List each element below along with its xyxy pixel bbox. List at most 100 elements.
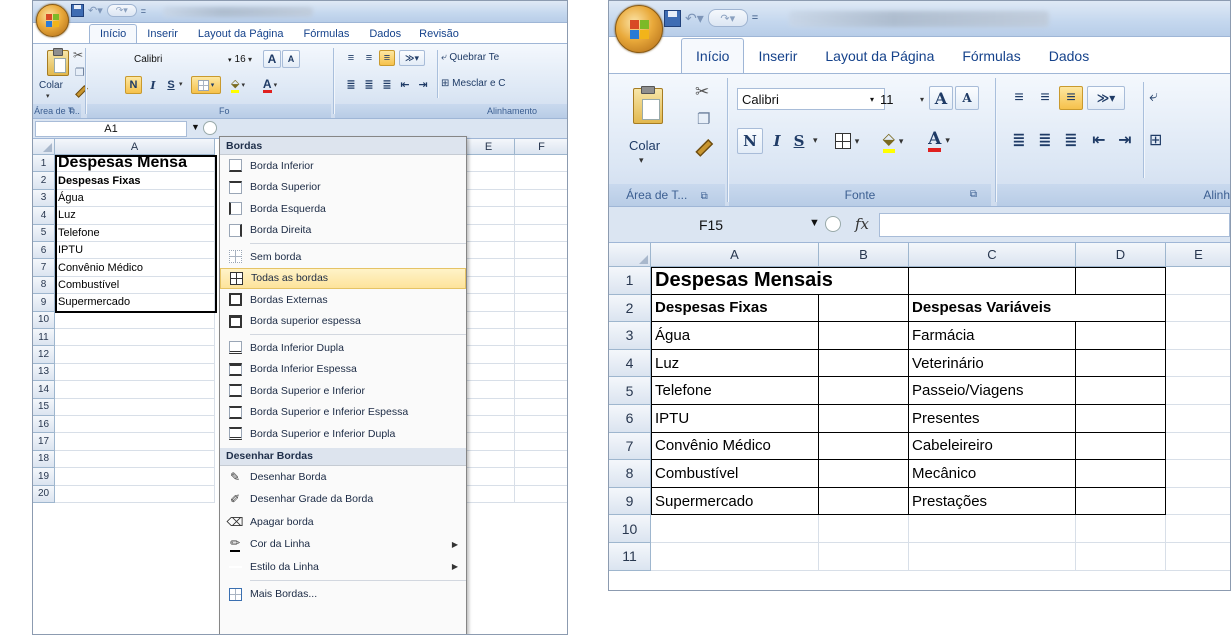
- merge-icon[interactable]: ⊞: [1149, 130, 1162, 150]
- row-header-9[interactable]: 9: [33, 294, 55, 312]
- row-header-11[interactable]: 11: [609, 543, 651, 571]
- cell-c2[interactable]: Despesas Variáveis: [909, 295, 1076, 323]
- cell-d4[interactable]: [1076, 349, 1166, 378]
- cell-e9[interactable]: [463, 294, 515, 312]
- cell-e3[interactable]: [1166, 322, 1230, 350]
- cell-a10[interactable]: [651, 515, 819, 543]
- cell-e8[interactable]: [1166, 460, 1230, 488]
- cell-a6[interactable]: IPTU: [651, 405, 819, 433]
- tab-layout[interactable]: Layout da Página: [811, 39, 948, 73]
- font-color-button[interactable]: A ▾: [917, 128, 961, 154]
- menu-item-3[interactable]: Borda Direita: [220, 220, 466, 242]
- align-left-icon[interactable]: ≣: [1007, 128, 1031, 152]
- bold-button[interactable]: N: [125, 76, 142, 94]
- cell-a10[interactable]: [55, 311, 215, 329]
- tab-layout[interactable]: Layout da Página: [188, 25, 294, 43]
- decrease-indent-icon[interactable]: ⇤: [397, 76, 413, 92]
- cell-d9[interactable]: [1076, 487, 1166, 516]
- align-top-icon[interactable]: ≡: [343, 50, 359, 66]
- cell-e7[interactable]: [463, 259, 515, 277]
- cell-f5[interactable]: [515, 225, 567, 242]
- cell-e3[interactable]: [463, 189, 515, 208]
- cell-a4[interactable]: Luz: [651, 349, 819, 378]
- row-header-6[interactable]: 6: [33, 242, 55, 260]
- clipboard-launcher-icon[interactable]: ⧉: [69, 106, 75, 116]
- tab-dados[interactable]: Dados: [1035, 39, 1103, 73]
- menu-item-8[interactable]: Borda Inferior Dupla: [220, 337, 466, 359]
- column-header-a[interactable]: A: [55, 139, 215, 155]
- column-header-c[interactable]: C: [909, 243, 1076, 267]
- row-header-17[interactable]: 17: [33, 433, 55, 451]
- cell-b11[interactable]: [819, 543, 909, 571]
- menu-item-7[interactable]: Borda superior espessa: [220, 311, 466, 333]
- font-color-button[interactable]: A ▾: [255, 76, 285, 94]
- row-header-5[interactable]: 5: [609, 377, 651, 405]
- row-header-8[interactable]: 8: [33, 276, 55, 295]
- menu-item-6[interactable]: Bordas Externas: [220, 289, 466, 311]
- cell-b3[interactable]: [819, 322, 909, 350]
- menu-item-0[interactable]: Borda Inferior: [220, 155, 466, 177]
- save-icon[interactable]: [664, 9, 681, 27]
- cell-e5[interactable]: [1166, 377, 1230, 405]
- cell-a9[interactable]: Supermercado: [55, 294, 215, 312]
- underline-button[interactable]: S: [164, 76, 178, 94]
- cell-d11[interactable]: [1076, 543, 1166, 571]
- increase-indent-icon[interactable]: ⇥: [1113, 128, 1137, 152]
- clipboard-launcher-icon[interactable]: ⧉: [701, 191, 708, 202]
- office-button[interactable]: [615, 5, 663, 53]
- formula-cancel-icon[interactable]: [825, 216, 841, 232]
- cell-b6[interactable]: [819, 405, 909, 433]
- menu-draw-item-1[interactable]: ✐ Desenhar Grade da Borda: [220, 488, 466, 511]
- cell-a20[interactable]: [55, 485, 215, 503]
- underline-button[interactable]: S: [789, 128, 809, 154]
- row-header-11[interactable]: 11: [33, 329, 55, 347]
- increase-indent-icon[interactable]: ⇥: [415, 76, 431, 92]
- menu-item-2[interactable]: Borda Esquerda: [220, 198, 466, 220]
- cell-f17[interactable]: [515, 433, 567, 451]
- merge-center-button[interactable]: ⊞ Mesclar e C: [441, 78, 506, 89]
- cell-e10[interactable]: [463, 311, 515, 329]
- cell-e1[interactable]: [1166, 267, 1230, 295]
- cell-e1[interactable]: [463, 155, 515, 173]
- row-header-1[interactable]: 1: [609, 267, 651, 295]
- formula-cancel-icon[interactable]: [203, 121, 217, 135]
- cell-f13[interactable]: [515, 364, 567, 382]
- cell-a7[interactable]: Convênio Médico: [651, 432, 819, 461]
- row-header-16[interactable]: 16: [33, 416, 55, 434]
- tab-inicio[interactable]: Início: [89, 24, 138, 43]
- paste-label[interactable]: Colar: [629, 138, 660, 153]
- font-size-combo[interactable]: ▾ 16 ▾: [223, 51, 255, 68]
- copy-icon[interactable]: ❐: [697, 110, 710, 128]
- paste-dropdown-icon[interactable]: ▾: [639, 155, 644, 166]
- cell-a5[interactable]: Telefone: [651, 377, 819, 405]
- row-header-2[interactable]: 2: [33, 172, 55, 190]
- cell-e9[interactable]: [1166, 488, 1230, 516]
- cell-c6[interactable]: Presentes: [909, 405, 1076, 433]
- cell-d1[interactable]: [1076, 267, 1166, 295]
- menu-draw-item-4[interactable]: Estilo da Linha ▶: [220, 556, 466, 579]
- column-header-b[interactable]: B: [819, 243, 909, 267]
- cell-f7[interactable]: [515, 259, 567, 277]
- cell-f14[interactable]: [515, 381, 567, 399]
- cell-a14[interactable]: [55, 381, 215, 399]
- tab-inserir[interactable]: Inserir: [137, 25, 188, 43]
- cell-b8[interactable]: [819, 460, 909, 488]
- grow-font-button[interactable]: A: [929, 86, 953, 110]
- cell-a2[interactable]: Despesas Fixas: [55, 172, 215, 190]
- decrease-indent-icon[interactable]: ⇤: [1087, 128, 1111, 152]
- paste-dropdown-icon[interactable]: ▾: [46, 92, 50, 100]
- cell-a8[interactable]: Combustível: [651, 460, 819, 488]
- redo-icon[interactable]: ↷▾: [106, 4, 137, 17]
- cell-d6[interactable]: [1076, 405, 1166, 433]
- cell-e6[interactable]: [463, 242, 515, 260]
- cell-e15[interactable]: [463, 398, 515, 416]
- orientation-icon[interactable]: ≫▾: [399, 50, 425, 66]
- cell-f18[interactable]: [515, 451, 567, 469]
- cell-e10[interactable]: [1166, 515, 1230, 543]
- cell-a11[interactable]: [651, 543, 819, 571]
- column-header-d[interactable]: D: [1076, 243, 1166, 267]
- cell-b5[interactable]: [819, 377, 909, 405]
- wrap-text-button[interactable]: ⤶ Quebrar Te: [441, 52, 499, 63]
- cell-e2[interactable]: [1166, 295, 1230, 323]
- cell-e20[interactable]: [463, 485, 515, 503]
